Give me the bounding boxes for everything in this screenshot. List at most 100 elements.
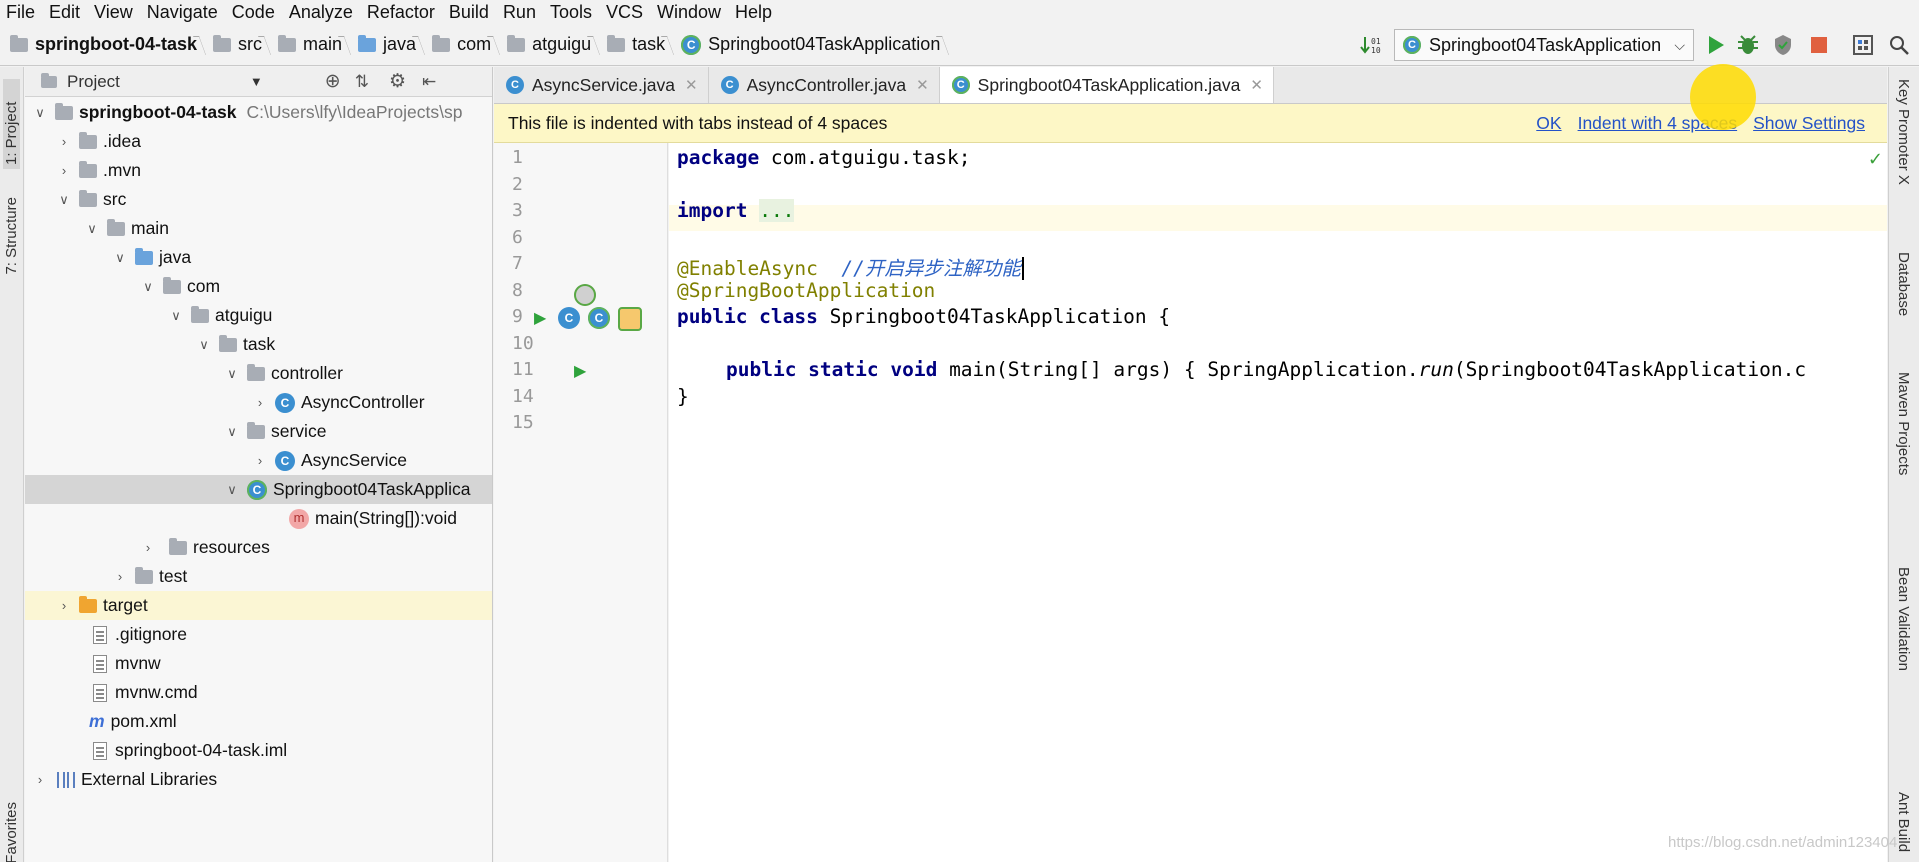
locate-icon[interactable]: ⊕: [325, 70, 341, 93]
debug-icon[interactable]: [1735, 32, 1761, 58]
menu-vcs[interactable]: VCS: [600, 0, 651, 24]
tool-window-ant-build[interactable]: Ant Build: [1895, 792, 1912, 852]
breadcrumb-project[interactable]: springboot-04-task: [0, 24, 203, 66]
tool-window-maven[interactable]: Maven Projects: [1895, 372, 1912, 475]
project-structure-icon[interactable]: [1850, 32, 1876, 58]
tree-item-iml[interactable]: springboot-04-task.iml: [25, 736, 492, 765]
chevron-down-icon[interactable]: ∨: [141, 279, 155, 295]
menu-help[interactable]: Help: [729, 0, 780, 24]
tree-item-gitignore[interactable]: .gitignore: [25, 620, 492, 649]
tree-item-task[interactable]: ∨ task: [25, 330, 492, 359]
tool-window-key-promoter[interactable]: Key Promoter X: [1895, 79, 1912, 185]
spring-bean-gutter-icon[interactable]: [574, 284, 596, 306]
chevron-down-icon[interactable]: ∨: [169, 308, 183, 324]
chevron-right-icon[interactable]: ›: [253, 395, 267, 410]
tree-item-external-libraries[interactable]: › External Libraries: [25, 765, 492, 794]
tool-window-database[interactable]: Database: [1895, 252, 1912, 316]
tree-item-application[interactable]: ∨ C Springboot04TaskApplica: [25, 475, 492, 504]
menu-analyze[interactable]: Analyze: [283, 0, 361, 24]
chevron-right-icon[interactable]: ›: [33, 772, 47, 787]
menu-file[interactable]: File: [0, 0, 43, 24]
tree-item-main[interactable]: ∨ main: [25, 214, 492, 243]
menu-run[interactable]: Run: [497, 0, 544, 24]
tree-item-atguigu[interactable]: ∨ atguigu: [25, 301, 492, 330]
tree-item-target[interactable]: › target: [25, 591, 492, 620]
search-icon[interactable]: [1886, 32, 1912, 58]
chevron-down-icon[interactable]: ∨: [225, 366, 239, 382]
close-icon[interactable]: ✕: [916, 76, 929, 94]
tree-root[interactable]: ∨ springboot-04-task C:\Users\lfy\IdeaPr…: [25, 98, 492, 127]
tree-item-controller[interactable]: ∨ controller: [25, 359, 492, 388]
tree-item-mvnw[interactable]: mvnw: [25, 649, 492, 678]
breadcrumb-class[interactable]: C Springboot04TaskApplication: [671, 24, 946, 66]
spring-boot-gutter-icon[interactable]: C: [588, 307, 610, 329]
breadcrumb-atguigu[interactable]: atguigu: [497, 24, 597, 66]
run-main-gutter-icon[interactable]: ▶: [574, 361, 586, 381]
tool-window-favorites[interactable]: Favorites: [3, 802, 20, 862]
run-configuration-select[interactable]: C Springboot04TaskApplication ⌵: [1394, 29, 1694, 61]
tool-window-structure[interactable]: 7: Structure: [3, 197, 20, 275]
chevron-down-icon[interactable]: ∨: [85, 221, 99, 237]
run-icon[interactable]: [1703, 32, 1729, 58]
tree-item-mvnw-cmd[interactable]: mvnw.cmd: [25, 678, 492, 707]
tree-item-idea[interactable]: › .idea: [25, 127, 492, 156]
breadcrumb-task[interactable]: task: [597, 24, 671, 66]
tree-item-resources[interactable]: › resources: [25, 533, 492, 562]
coverage-icon[interactable]: [1770, 32, 1796, 58]
chevron-right-icon[interactable]: ›: [57, 163, 71, 178]
breadcrumb-src[interactable]: src: [203, 24, 268, 66]
show-settings-link[interactable]: Show Settings: [1753, 113, 1865, 134]
chevron-right-icon[interactable]: ›: [113, 569, 127, 584]
breadcrumb-java[interactable]: java: [348, 24, 422, 66]
build-sort-icon[interactable]: 01 10: [1358, 32, 1384, 58]
ok-link[interactable]: OK: [1536, 113, 1561, 134]
tree-item-test[interactable]: › test: [25, 562, 492, 591]
tree-item-pom[interactable]: m pom.xml: [25, 707, 492, 736]
view-dropdown-icon[interactable]: ▼: [250, 74, 263, 89]
close-icon[interactable]: ✕: [685, 76, 698, 94]
chevron-down-icon[interactable]: ∨: [33, 105, 47, 121]
tab-async-service[interactable]: C AsyncService.java ✕: [494, 67, 709, 103]
menu-view[interactable]: View: [88, 0, 141, 24]
run-gutter-icon[interactable]: ▶: [534, 308, 546, 328]
chevron-right-icon[interactable]: ›: [141, 540, 155, 555]
tree-item-java[interactable]: ∨ java: [25, 243, 492, 272]
folded-imports[interactable]: ...: [759, 199, 795, 222]
inspection-ok-icon[interactable]: ✓: [1868, 149, 1883, 170]
tree-item-src[interactable]: ∨ src: [25, 185, 492, 214]
breadcrumb-com[interactable]: com: [422, 24, 497, 66]
tab-application[interactable]: C Springboot04TaskApplication.java ✕: [939, 67, 1274, 103]
breadcrumb-main[interactable]: main: [268, 24, 348, 66]
chevron-down-icon[interactable]: ∨: [197, 337, 211, 353]
menu-tools[interactable]: Tools: [544, 0, 600, 24]
menu-refactor[interactable]: Refactor: [361, 0, 443, 24]
menu-navigate[interactable]: Navigate: [141, 0, 226, 24]
collapse-icon[interactable]: ⇅: [355, 72, 369, 92]
tree-item-async-service[interactable]: › C AsyncService: [25, 446, 492, 475]
class-gutter-icon[interactable]: C: [558, 307, 580, 329]
tree-item-service[interactable]: ∨ service: [25, 417, 492, 446]
tree-item-mvn[interactable]: › .mvn: [25, 156, 492, 185]
tree-item-main-method[interactable]: m main(String[]):void: [25, 504, 492, 533]
tree-item-async-controller[interactable]: › C AsyncController: [25, 388, 492, 417]
menu-edit[interactable]: Edit: [43, 0, 88, 24]
stop-icon[interactable]: [1806, 32, 1832, 58]
code-editor[interactable]: package com.atguigu.task; import ... @En…: [669, 143, 1887, 862]
menu-code[interactable]: Code: [226, 0, 283, 24]
tool-window-bean-validation[interactable]: Bean Validation: [1895, 567, 1912, 671]
tree-item-com[interactable]: ∨ com: [25, 272, 492, 301]
tab-async-controller[interactable]: C AsyncController.java ✕: [709, 67, 940, 103]
chevron-right-icon[interactable]: ›: [253, 453, 267, 468]
settings-gear-icon[interactable]: ⚙: [389, 70, 406, 93]
menu-window[interactable]: Window: [651, 0, 729, 24]
tool-window-project[interactable]: 1: Project: [3, 79, 20, 169]
chevron-right-icon[interactable]: ›: [57, 598, 71, 613]
chevron-down-icon[interactable]: ∨: [113, 250, 127, 266]
hide-panel-icon[interactable]: ⇤: [422, 72, 436, 92]
spring-context-gutter-icon[interactable]: [618, 307, 642, 331]
chevron-down-icon[interactable]: ∨: [57, 192, 71, 208]
close-icon[interactable]: ✕: [1250, 76, 1263, 94]
chevron-down-icon[interactable]: ∨: [225, 424, 239, 440]
menu-build[interactable]: Build: [443, 0, 497, 24]
chevron-down-icon[interactable]: ∨: [225, 482, 239, 498]
